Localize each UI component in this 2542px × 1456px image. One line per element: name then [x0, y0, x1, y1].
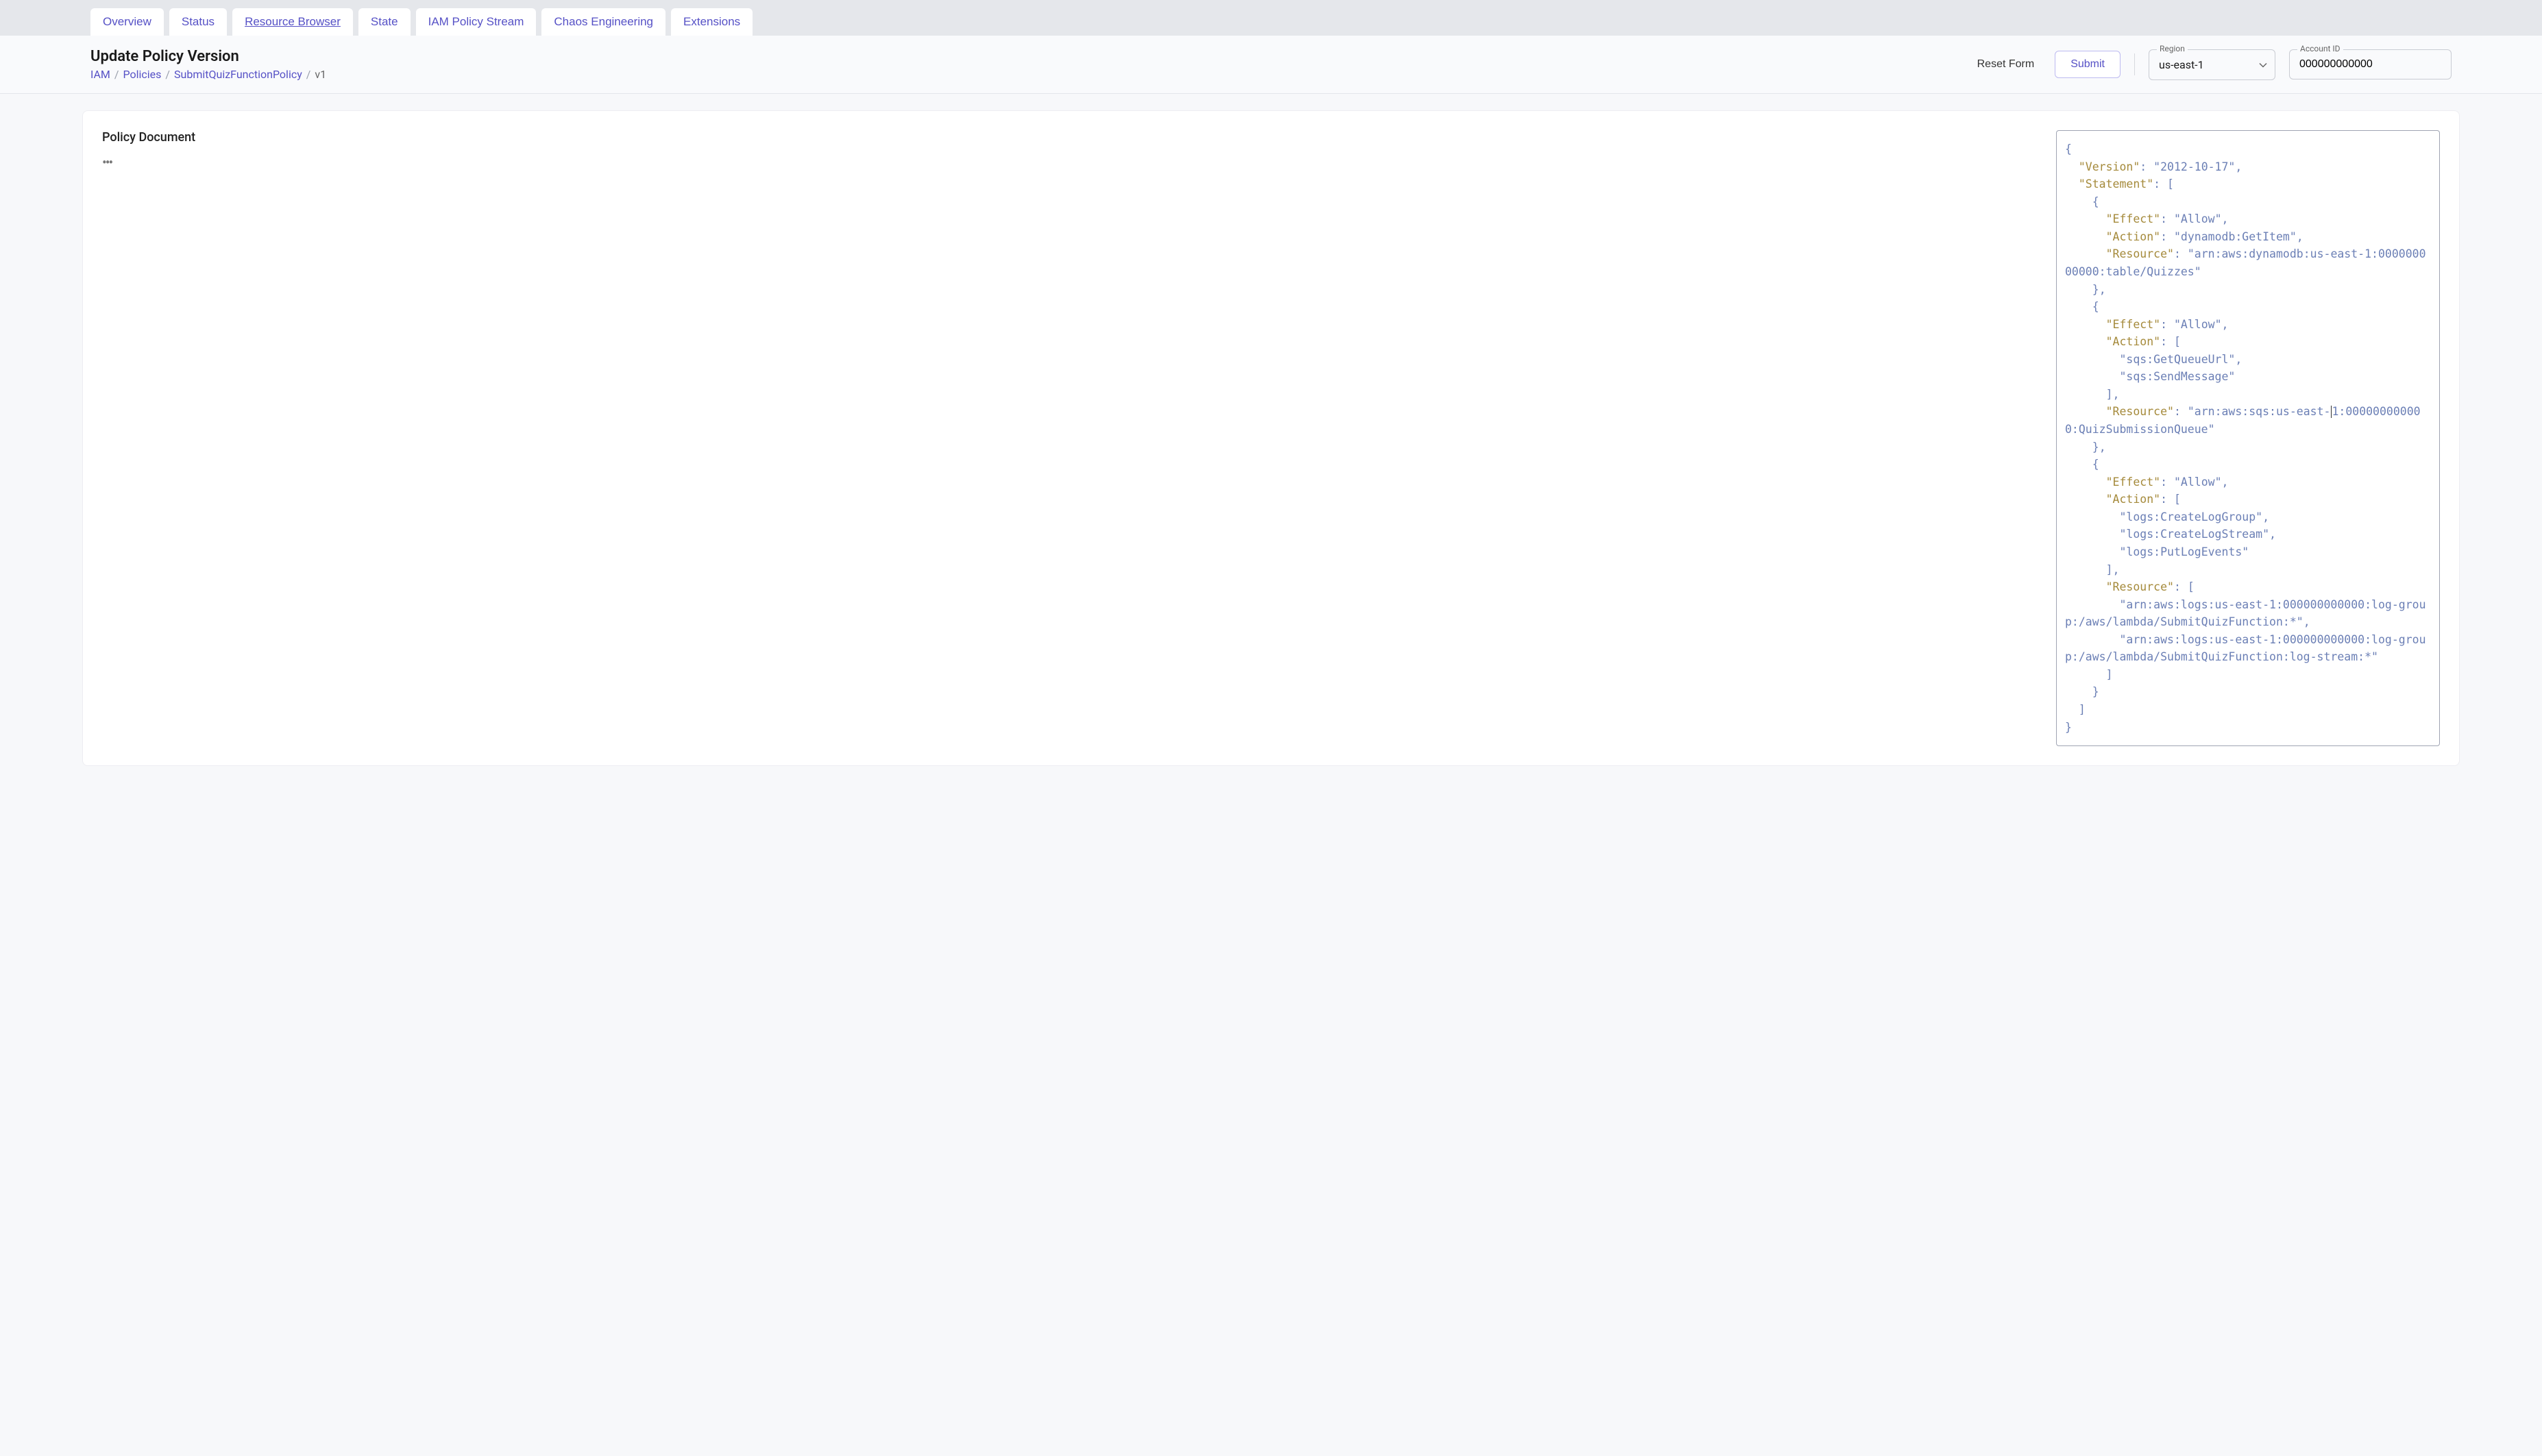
region-select-wrap: Region us-east-1 [2149, 49, 2275, 80]
section-title-policy-document: Policy Document [102, 130, 2029, 145]
reset-form-button[interactable]: Reset Form [1970, 53, 2042, 76]
breadcrumb-current: v1 [315, 68, 326, 81]
text-cursor [2331, 406, 2332, 418]
more-menu-icon[interactable]: ••• [102, 154, 2029, 171]
breadcrumb-separator: / [114, 68, 119, 81]
account-id-wrap: Account ID [2289, 49, 2452, 79]
account-id-input[interactable] [2289, 49, 2452, 79]
tab-chaos-engineering[interactable]: Chaos Engineering [541, 8, 665, 36]
header-actions: Reset Form Submit Region us-east-1 Accou… [1970, 49, 2452, 80]
divider [2134, 53, 2135, 75]
page-title: Update Policy Version [90, 48, 326, 65]
account-id-label: Account ID [2297, 44, 2343, 53]
page-header: Update Policy Version IAM/Policies/Submi… [0, 36, 2542, 94]
title-block: Update Policy Version IAM/Policies/Submi… [90, 48, 326, 81]
policy-document-editor[interactable]: { "Version": "2012-10-17", "Statement": … [2056, 130, 2440, 746]
policy-card: Policy Document ••• { "Version": "2012-1… [82, 110, 2460, 766]
tab-extensions[interactable]: Extensions [671, 8, 753, 36]
tab-state[interactable]: State [358, 8, 411, 36]
policy-left-column: Policy Document ••• [102, 130, 2029, 746]
tab-iam-policy-stream[interactable]: IAM Policy Stream [416, 8, 537, 36]
tab-status[interactable]: Status [169, 8, 227, 36]
breadcrumb-link[interactable]: SubmitQuizFunctionPolicy [174, 68, 302, 81]
tab-bar: OverviewStatusResource BrowserStateIAM P… [0, 0, 2542, 36]
submit-button[interactable]: Submit [2055, 51, 2121, 78]
breadcrumb-separator: / [306, 68, 311, 81]
region-select[interactable]: us-east-1 [2149, 49, 2275, 80]
tab-overview[interactable]: Overview [90, 8, 164, 36]
breadcrumb-link[interactable]: IAM [90, 68, 110, 81]
tab-resource-browser[interactable]: Resource Browser [232, 8, 353, 36]
breadcrumb-link[interactable]: Policies [123, 68, 162, 81]
region-label: Region [2157, 44, 2188, 53]
breadcrumb: IAM/Policies/SubmitQuizFunctionPolicy/v1 [90, 68, 326, 81]
breadcrumb-separator: / [165, 68, 170, 81]
